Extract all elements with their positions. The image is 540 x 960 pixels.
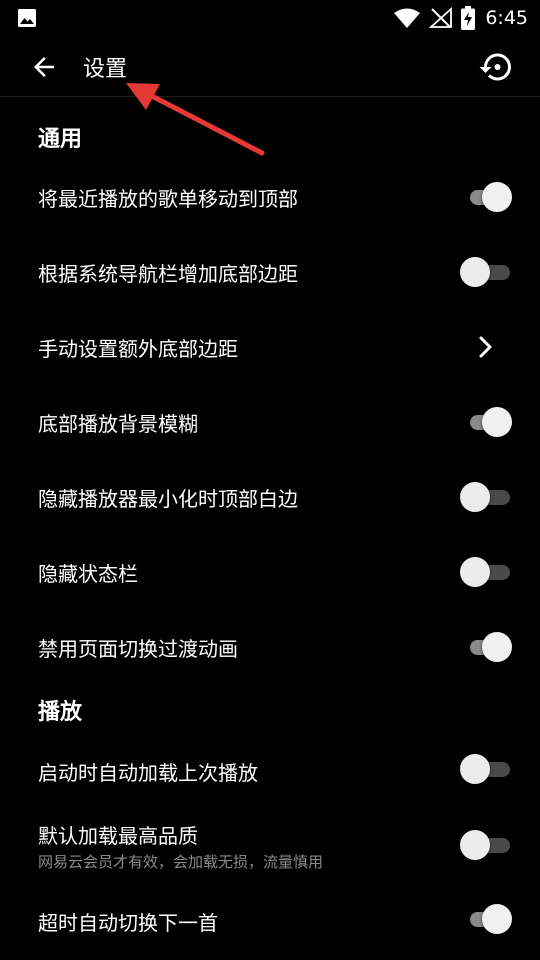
arrow-back-icon [34, 57, 54, 77]
switch-thumb [482, 904, 512, 934]
setting-label: 底部播放背景模糊 [38, 412, 198, 436]
setting-sublabel: 网易云会员才有效，会加载无损，流量慎用 [38, 853, 324, 871]
setting-label: 将最近播放的歌单移动到顶部 [38, 187, 298, 211]
image-icon [18, 9, 36, 27]
section-header-playback: 播放 [38, 700, 83, 725]
restore-icon [479, 53, 511, 81]
battery-charging-icon [461, 6, 476, 30]
setting-row-timeout-skip[interactable]: 超时自动切换下一首 [0, 888, 540, 952]
clock: 6:45 [485, 7, 528, 29]
setting-label: 手动设置额外底部边距 [38, 337, 238, 361]
setting-row-auto-load-last[interactable]: 启动时自动加载上次播放 [0, 738, 540, 802]
switch-thumb [460, 257, 490, 287]
toggle-switch[interactable] [460, 903, 512, 935]
setting-label: 根据系统导航栏增加底部边距 [38, 262, 298, 286]
toggle-switch[interactable] [460, 829, 512, 861]
setting-row-blur-background[interactable]: 底部播放背景模糊 [0, 390, 540, 454]
switch-thumb [482, 182, 512, 212]
setting-label: 默认加载最高品质 [38, 824, 198, 848]
setting-label: 超时自动切换下一首 [38, 911, 218, 935]
setting-row-move-recent-playlist[interactable]: 将最近播放的歌单移动到顶部 [0, 165, 540, 229]
setting-row-extra-bottom-padding[interactable]: 手动设置额外底部边距 [0, 315, 540, 379]
setting-label: 启动时自动加载上次播放 [38, 761, 258, 785]
status-icons: 6:45 [393, 6, 528, 30]
toggle-switch[interactable] [460, 556, 512, 588]
switch-thumb [460, 482, 490, 512]
restore-defaults-button[interactable] [478, 49, 514, 85]
status-bar: 6:45 [0, 0, 540, 36]
toggle-switch[interactable] [460, 481, 512, 513]
switch-thumb [460, 754, 490, 784]
page-title: 设置 [83, 57, 128, 82]
toggle-switch[interactable] [460, 256, 512, 288]
switch-thumb [482, 632, 512, 662]
setting-row-hide-status-bar[interactable]: 隐藏状态栏 [0, 540, 540, 604]
setting-row-highest-quality[interactable]: 默认加载最高品质 网易云会员才有效，会加载无损，流量慎用 [0, 812, 540, 882]
setting-row-nav-bar-padding[interactable]: 根据系统导航栏增加底部边距 [0, 240, 540, 304]
toggle-switch[interactable] [460, 406, 512, 438]
setting-row-hide-top-white-edge[interactable]: 隐藏播放器最小化时顶部白边 [0, 465, 540, 529]
no-signal-icon [429, 7, 453, 28]
setting-row-disable-transition[interactable]: 禁用页面切换过渡动画 [0, 615, 540, 679]
toggle-switch[interactable] [460, 631, 512, 663]
chevron-right-icon [479, 336, 492, 358]
section-header-general: 通用 [38, 127, 83, 152]
switch-thumb [482, 407, 512, 437]
setting-label: 隐藏状态栏 [38, 562, 138, 586]
wifi-icon [394, 8, 421, 28]
back-button[interactable] [22, 50, 66, 84]
switch-thumb [460, 830, 490, 860]
toggle-switch[interactable] [460, 753, 512, 785]
toggle-switch[interactable] [460, 181, 512, 213]
toolbar: 设置 [0, 36, 540, 97]
switch-thumb [460, 557, 490, 587]
setting-label: 禁用页面切换过渡动画 [38, 637, 238, 661]
setting-label: 隐藏播放器最小化时顶部白边 [38, 487, 298, 511]
